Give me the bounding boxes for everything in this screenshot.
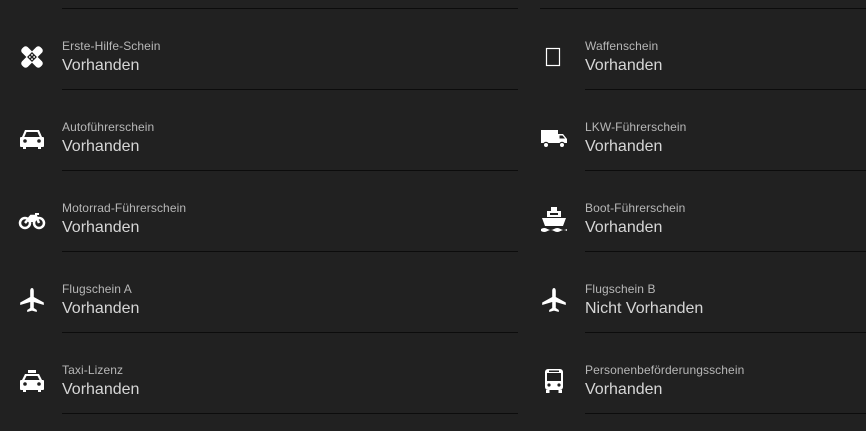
license-item-car: Autoführerschein Vorhanden [0,90,518,171]
taxi-icon [18,367,46,395]
license-status: Vorhanden [585,381,663,398]
license-status: Vorhanden [62,57,140,74]
license-item-boat: Boot-Führerschein Vorhanden [540,171,866,252]
bus-icon [540,367,568,395]
airplane-icon [540,286,568,314]
license-label: LKW-Führerschein [585,120,687,134]
license-label: Flugschein A [62,282,132,296]
license-item-passenger-transport: Personenbeförderungsschein Vorhanden [540,333,866,414]
license-status: Vorhanden [62,300,140,317]
license-label: Taxi-Lizenz [62,363,124,377]
divider [62,413,518,414]
license-label: Erste-Hilfe-Schein [62,39,161,53]
airplane-icon [18,286,46,314]
license-item-weapon: Waffenschein Vorhanden [540,9,866,90]
license-status: Vorhanden [62,381,140,398]
license-item-motorcycle: Motorrad-Führerschein Vorhanden [0,171,518,252]
license-item-first-aid: Erste-Hilfe-Schein Vorhanden [0,9,518,90]
license-label: Boot-Führerschein [585,201,686,215]
license-item-flight-b: Flugschein B Nicht Vorhanden [540,252,866,333]
license-status: Vorhanden [585,138,663,155]
license-status: Vorhanden [585,219,663,236]
missing-glyph-icon [540,43,568,71]
motorcycle-icon [18,205,46,233]
license-panel: Erste-Hilfe-Schein Vorhanden Autoführers… [0,0,866,431]
license-status: Nicht Vorhanden [585,300,704,317]
divider [585,413,866,414]
license-label: Flugschein B [585,282,656,296]
truck-icon [540,124,568,152]
license-item-taxi: Taxi-Lizenz Vorhanden [0,333,518,414]
license-status: Vorhanden [62,138,140,155]
license-label: Personenbeförderungsschein [585,363,745,377]
license-status: Vorhanden [585,57,663,74]
bandage-icon [18,43,46,71]
car-icon [18,124,46,152]
license-item-truck: LKW-Führerschein Vorhanden [540,90,866,171]
license-item-flight-a: Flugschein A Vorhanden [0,252,518,333]
ship-icon [540,205,568,233]
license-label: Motorrad-Führerschein [62,201,187,215]
license-status: Vorhanden [62,219,140,236]
license-label: Waffenschein [585,39,659,53]
license-label: Autoführerschein [62,120,155,134]
